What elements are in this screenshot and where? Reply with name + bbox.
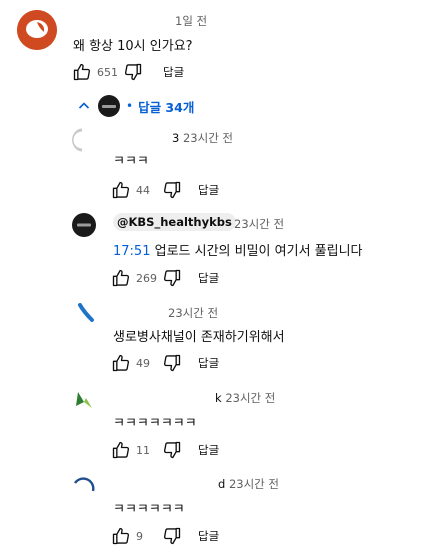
reply-button[interactable]: 답글 (163, 64, 184, 80)
reply-time: 23시간 전 (225, 391, 276, 405)
thumbs-down-icon[interactable] (162, 180, 182, 200)
reply-actions: 9 답글 (111, 526, 219, 546)
chevron-up-icon (78, 102, 90, 109)
bullet: • (126, 99, 134, 113)
reply-button[interactable]: 답글 (198, 355, 219, 371)
creator-avatar[interactable] (72, 213, 96, 237)
creator-mini-avatar (98, 95, 120, 117)
reply-time: 23시간 전 (168, 306, 219, 320)
timestamp-link[interactable]: 17:51 (113, 244, 150, 259)
thumbs-up-icon[interactable] (111, 180, 131, 200)
reply-avatar[interactable] (72, 302, 96, 326)
like-count: 9 (136, 529, 143, 543)
reply-meta: 3 23시간 전 (172, 130, 233, 146)
thumbs-down-icon[interactable] (123, 62, 143, 82)
reply-time: 23시간 전 (182, 131, 234, 145)
reply-actions: 49 답글 (111, 353, 219, 373)
avatar-logo-icon (17, 10, 57, 50)
reply-text: 생로병사채널이 존재하기위해서 (113, 330, 285, 345)
reply-text: 17:51 업로드 시간의 비밀이 여기서 풀립니다 (113, 240, 363, 259)
reply-avatar[interactable] (72, 128, 96, 152)
replies-toggle[interactable]: • 답글 34개 (78, 95, 194, 117)
reply-actions: 11 답글 (111, 440, 219, 460)
thumbs-down-icon[interactable] (162, 440, 182, 460)
thumbs-up-icon[interactable] (111, 353, 131, 373)
comment-time: 1일 전 (175, 14, 208, 28)
reply-button[interactable]: 답글 (198, 270, 219, 286)
reply-text: ㅋㅋㅋ (113, 154, 149, 169)
like-count: 11 (136, 443, 150, 457)
reply-handle[interactable]: d (218, 477, 225, 491)
reply-text-body: 업로드 시간의 비밀이 여기서 풀립니다 (154, 244, 363, 259)
commenter-avatar[interactable] (17, 10, 57, 50)
reply-text: ㅋㅋㅋㅋㅋㅋ (113, 502, 185, 517)
like-count: 49 (136, 356, 150, 370)
comment-actions: 651 답글 (72, 62, 184, 82)
reply-text: ㅋㅋㅋㅋㅋㅋㅋ (113, 416, 197, 431)
like-count: 651 (97, 65, 118, 79)
thumbs-up-icon[interactable] (111, 268, 131, 288)
creator-handle-badge[interactable]: @KBS_healthykbs (113, 213, 236, 231)
avatar-leaf-icon (76, 392, 92, 408)
reply-meta: d 23시간 전 (218, 476, 279, 492)
thumbs-up-icon[interactable] (111, 526, 131, 546)
thumbs-down-icon[interactable] (162, 526, 182, 546)
like-count: 269 (136, 271, 157, 285)
thumbs-up-icon[interactable] (72, 62, 92, 82)
reply-avatar[interactable] (72, 388, 96, 412)
reply-time: 23시간 전 (228, 477, 279, 491)
thumbs-down-icon[interactable] (162, 353, 182, 373)
thumbs-down-icon[interactable] (162, 268, 182, 288)
reply-actions: 269 답글 (111, 268, 219, 288)
reply-time: 23시간 전 (234, 217, 285, 231)
replies-count-label: 답글 34개 (138, 99, 195, 115)
reply-button[interactable]: 답글 (198, 442, 219, 458)
thumbs-up-icon[interactable] (111, 440, 131, 460)
avatar-arc-icon (74, 477, 95, 492)
reply-handle[interactable]: k (215, 391, 222, 405)
like-count: 44 (136, 183, 150, 197)
reply-meta: k 23시간 전 (215, 390, 275, 406)
reply-button[interactable]: 답글 (198, 528, 219, 544)
reply-avatar[interactable] (72, 473, 96, 497)
avatar-arc-icon (78, 303, 94, 322)
comment-text: 왜 항상 10시 인가요? (73, 39, 193, 54)
channel-logo-icon (77, 223, 91, 227)
reply-actions: 44 답글 (111, 180, 219, 200)
reply-handle[interactable]: 3 (172, 131, 179, 145)
reply-button[interactable]: 답글 (198, 182, 219, 198)
avatar-arc-icon (72, 128, 83, 152)
